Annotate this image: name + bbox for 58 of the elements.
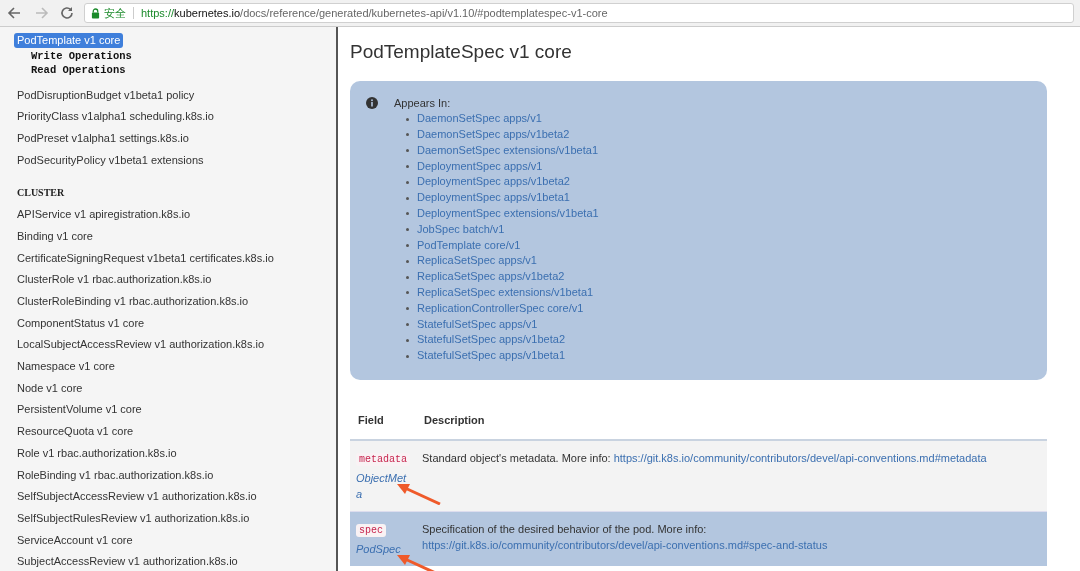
field-name: spec — [356, 523, 386, 537]
sidebar-item[interactable]: LocalSubjectAccessReview v1 authorization.k8s.io — [17, 334, 336, 357]
doc-link[interactable]: https://git.k8s.io/community/contributors/devel/api-conventions.md#metadata — [613, 451, 987, 464]
page-title: PodTemplateSpec v1 core — [350, 41, 573, 64]
sidebar-item[interactable]: RoleBinding v1 rbac.authorization.k8s.io — [17, 464, 336, 487]
appears-in-label: Appears In: — [394, 95, 452, 111]
column-header: Description — [416, 402, 1047, 440]
operation-link[interactable]: Read Operations — [17, 62, 336, 77]
info-icon — [366, 96, 378, 109]
bullet-icon — [406, 291, 409, 295]
sidebar-item[interactable]: Node v1 core — [17, 377, 336, 400]
sidebar-item[interactable]: SubjectAccessReview v1 authorization.k8s.io — [17, 551, 336, 571]
sidebar-item[interactable]: SelfSubjectRulesReview v1 authorization.k8s.io — [17, 507, 336, 530]
sidebar-item[interactable]: Role v1 rbac.authorization.k8s.io — [17, 442, 336, 465]
sidebar-item[interactable]: PodDisruptionBudget v1beta1 policy — [17, 84, 336, 107]
operation-link[interactable]: Write Operations — [17, 48, 336, 63]
annotation-arrow — [397, 483, 441, 505]
bullet-icon — [406, 244, 409, 248]
field-description: Specification of the desired behavior of the pod. More info: https://git.k8s.io/community/contributors/devel/api-conventions.md#spec-and-status — [422, 522, 828, 552]
bullet-icon — [406, 259, 409, 263]
bullet-icon — [406, 165, 409, 169]
sidebar-item[interactable]: SelfSubjectAccessReview v1 authorization.k8s.io — [17, 486, 336, 508]
type-link[interactable]: ObjectMeta — [356, 469, 410, 502]
sidebar-item[interactable]: CertificateSigningRequest v1beta1 certificates.k8s.io — [17, 247, 336, 270]
sidebar-item[interactable]: APIService v1 apiregistration.k8s.io — [17, 204, 336, 226]
bullet-icon — [406, 196, 409, 200]
sidebar-item[interactable]: ClusterRole v1 rbac.authorization.k8s.io — [17, 269, 336, 291]
bullet-icon — [406, 228, 409, 232]
bullet-icon — [406, 354, 409, 358]
sidebar-item[interactable]: ClusterRoleBinding v1 rbac.authorization.k8s.io — [17, 291, 336, 313]
sidebar-item[interactable]: ComponentStatus v1 core — [17, 312, 336, 335]
bullet-icon — [406, 133, 409, 137]
column-header: Field — [350, 402, 416, 440]
sidebar-item[interactable]: PodTemplate v1 core — [14, 33, 124, 48]
bullet-icon — [406, 323, 409, 327]
sidebar-item[interactable]: ServiceAccount v1 core — [17, 529, 336, 552]
reload-icon[interactable] — [58, 4, 76, 22]
bullet-icon — [406, 180, 409, 184]
section-heading: CLUSTER — [17, 186, 66, 201]
sidebar-item[interactable]: PersistentVolume v1 core — [17, 399, 336, 422]
bullet-icon — [406, 275, 409, 279]
address-bar[interactable]: 安全 https://kubernetes.io/docs/reference/generated/kubernetes-api/v1.10/#podtemplatespec-v1-core — [84, 3, 1074, 23]
sidebar-item[interactable]: ResourceQuota v1 core — [17, 421, 336, 443]
bullet-icon — [406, 117, 409, 121]
sidebar-item[interactable]: PodPreset v1alpha1 settings.k8s.io — [17, 127, 336, 150]
bullet-icon — [406, 338, 409, 342]
field-description: Standard object's metadata. More info: https://git.k8s.io/community/contributors/devel/api-conventions.md#metadata — [422, 451, 987, 464]
field-name: metadata — [356, 452, 410, 466]
sidebar-item[interactable]: Binding v1 core — [17, 225, 336, 248]
url-text: https://kubernetes.io/docs/reference/generated/kubernetes-api/v1.10/#podtemplatespec-v1-core — [141, 5, 608, 21]
sidebar-item[interactable]: Namespace v1 core — [17, 356, 336, 378]
security-label: 安全 — [104, 5, 126, 21]
sidebar-item[interactable]: PriorityClass v1alpha1 scheduling.k8s.io — [17, 106, 336, 128]
bullet-icon — [406, 307, 409, 311]
lock-icon — [91, 7, 100, 19]
sidebar-item[interactable]: PodSecurityPolicy v1beta1 extensions — [17, 149, 336, 172]
bullet-icon — [406, 149, 409, 153]
bullet-icon — [406, 212, 409, 216]
